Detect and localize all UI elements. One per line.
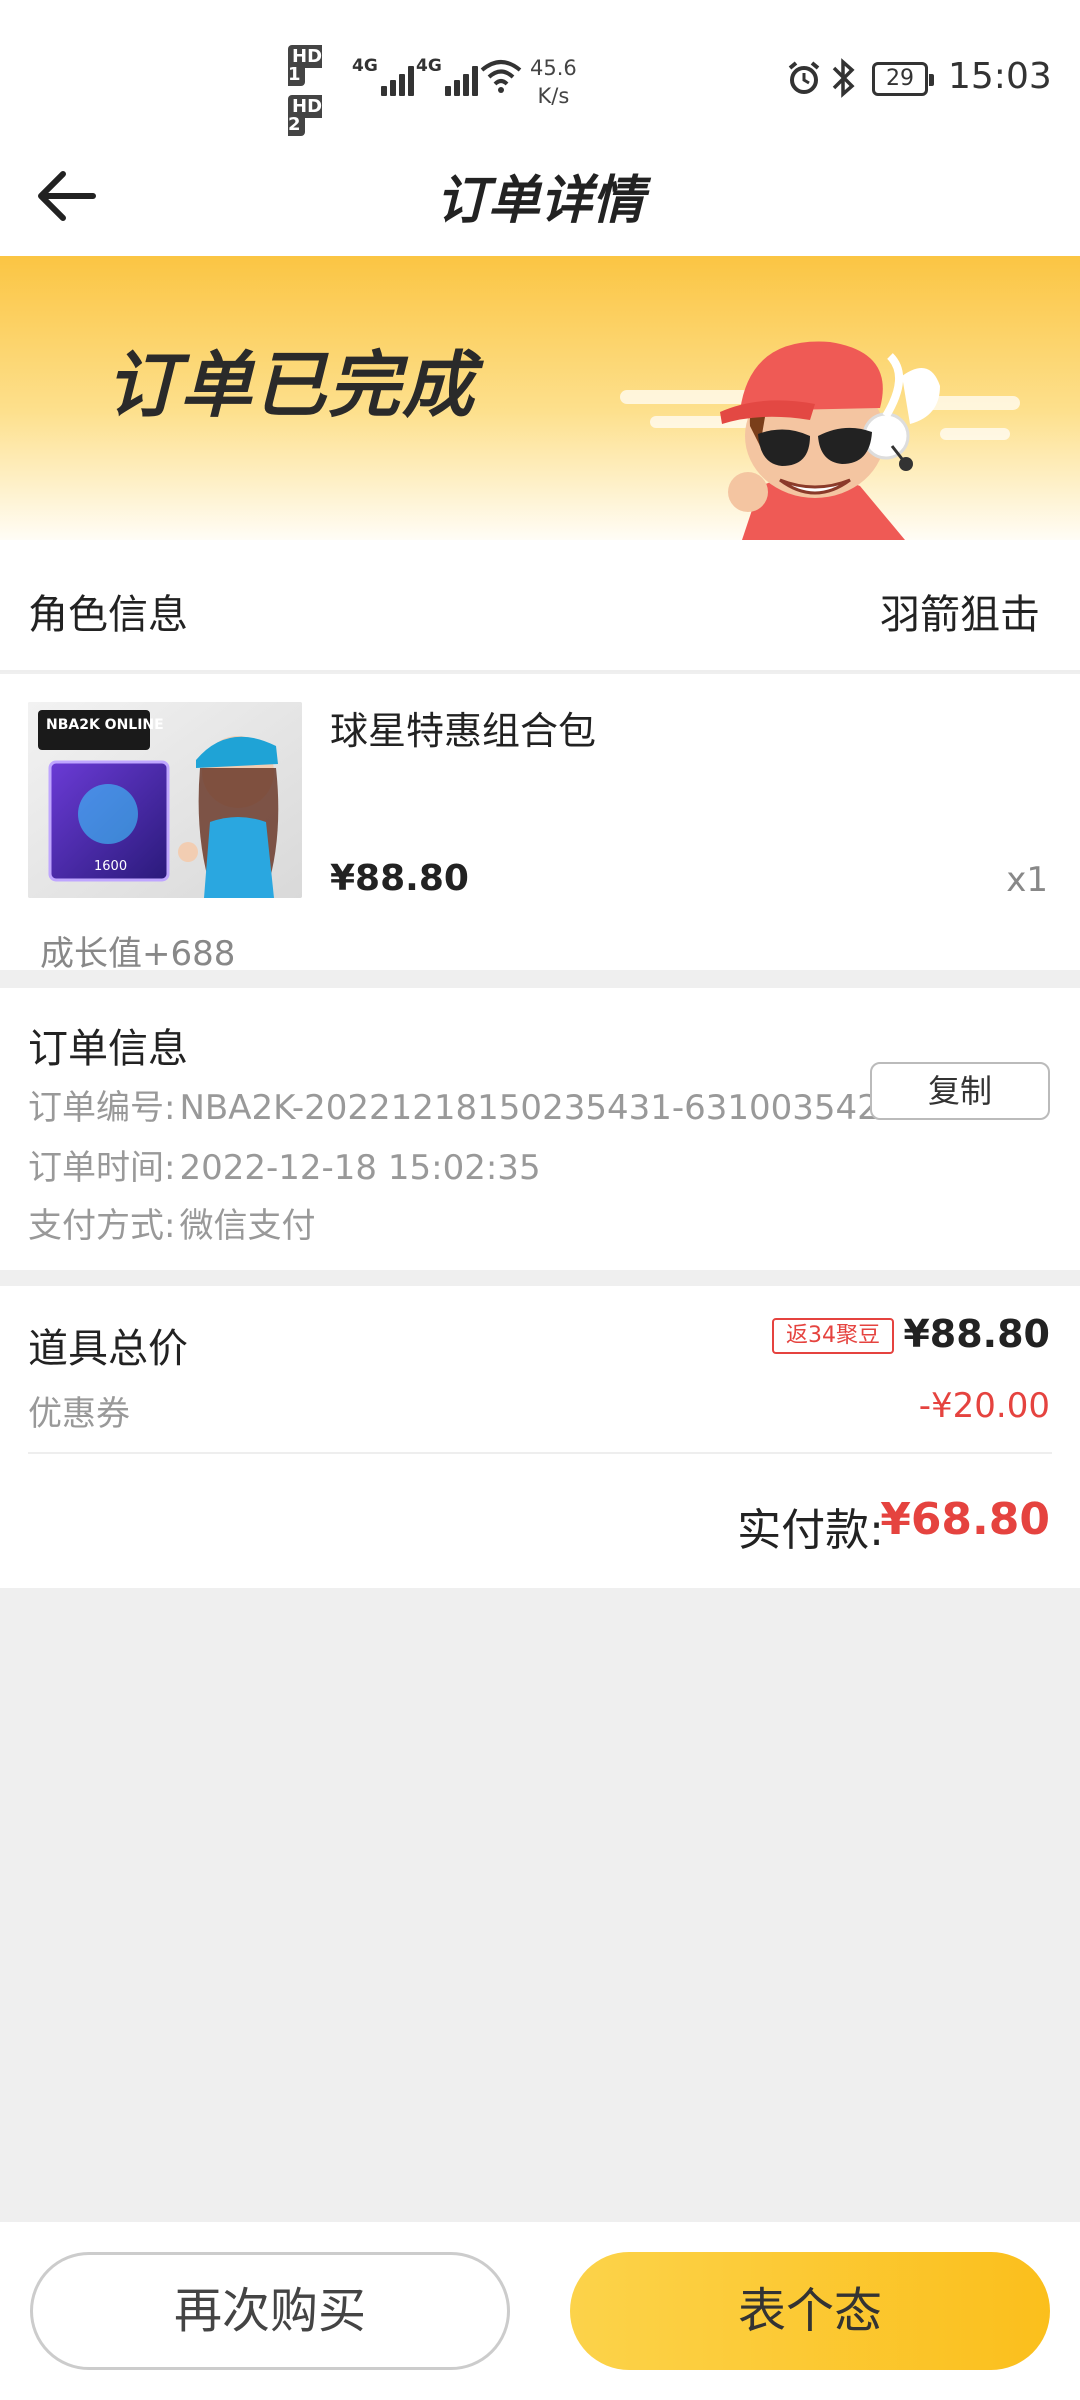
role-info-label: 角色信息 [28, 592, 188, 638]
product-name: 球星特惠组合包 [330, 709, 597, 753]
status-bar: HD 1 HD 2 4G 4G 45.6 K/s 29 15:03 [0, 0, 1080, 140]
hd1-label: HD 1 [288, 45, 323, 86]
product-image-logo-text: NBA2K ONLINE [46, 717, 164, 733]
hd2-label: HD 2 [288, 95, 323, 136]
product-image-badge: 1600 [94, 859, 127, 874]
wifi-icon [480, 58, 522, 98]
order-info-title: 订单信息 [28, 1026, 188, 1072]
coupon-label: 优惠券 [28, 1394, 130, 1434]
product-quantity: x1 [1006, 860, 1048, 900]
total-price-label: 道具总价 [28, 1326, 188, 1372]
coupon-value: -¥20.00 [918, 1386, 1050, 1426]
comment-button[interactable]: 表个态 [570, 2252, 1050, 2370]
hd-indicator: HD 1 HD 2 [288, 45, 338, 148]
payment-method-row: 支付方式: 微信支付 [28, 1198, 315, 1247]
bottom-action-bar: 再次购买 表个态 [0, 2222, 1080, 2400]
payment-method-value: 微信支付 [179, 1206, 316, 1246]
alarm-icon [786, 60, 822, 100]
order-time-value: 2022-12-18 15:02:35 [179, 1148, 541, 1188]
divider [28, 1452, 1052, 1454]
network-type-1: 4G [352, 56, 378, 76]
order-number-row: 订单编号: NBA2K-20221218150235431-631003542 [28, 1080, 879, 1129]
order-number-label: 订单编号: [28, 1088, 176, 1128]
speed-unit: K/s [537, 84, 570, 108]
order-time-label: 订单时间: [28, 1148, 176, 1188]
battery-icon: 29 [872, 62, 934, 96]
network-speed: 45.6 K/s [530, 54, 577, 110]
page-title: 订单详情 [435, 171, 644, 231]
clock: 15:03 [948, 56, 1052, 97]
price-summary: 道具总价 返34聚豆 ¥88.80 优惠券 -¥20.00 实付款: ¥68.8… [0, 1286, 1080, 1588]
product-item[interactable]: NBA2K ONLINE 1600 球星特惠组合包 ¥88.80 x1 成长值+… [0, 674, 1080, 974]
order-status-text: 订单已完成 [106, 343, 477, 427]
speed-value: 45.6 [530, 56, 577, 80]
paid-amount-value: ¥68.80 [880, 1494, 1050, 1545]
payment-method-label: 支付方式: [28, 1206, 176, 1246]
buy-again-button[interactable]: 再次购买 [30, 2252, 510, 2370]
signal-icon-2: 4G [416, 56, 481, 96]
role-name: 羽箭狙击 [880, 592, 1040, 638]
network-type-2: 4G [416, 56, 442, 76]
order-info-section: 订单信息 订单编号: NBA2K-20221218150235431-631003… [0, 988, 1080, 1270]
bluetooth-icon [830, 58, 858, 102]
order-status-banner: 订单已完成 [0, 256, 1080, 540]
order-number-value: NBA2K-20221218150235431-631003542 [179, 1088, 879, 1128]
copy-button[interactable]: 复制 [870, 1062, 1050, 1120]
growth-value: 成长值+688 [40, 934, 236, 974]
mascot-illustration [620, 341, 1020, 540]
rebate-badge: 返34聚豆 [772, 1318, 894, 1354]
paid-amount-label: 实付款: [737, 1505, 884, 1556]
role-info-row: 角色信息 羽箭狙击 [0, 540, 1080, 672]
product-image: NBA2K ONLINE 1600 [28, 702, 302, 898]
order-time-row: 订单时间: 2022-12-18 15:02:35 [28, 1140, 541, 1189]
product-price: ¥88.80 [330, 858, 469, 899]
total-price-value: ¥88.80 [903, 1312, 1050, 1356]
page-header: 订单详情 [0, 140, 1080, 256]
signal-icon-1: 4G [352, 56, 417, 96]
